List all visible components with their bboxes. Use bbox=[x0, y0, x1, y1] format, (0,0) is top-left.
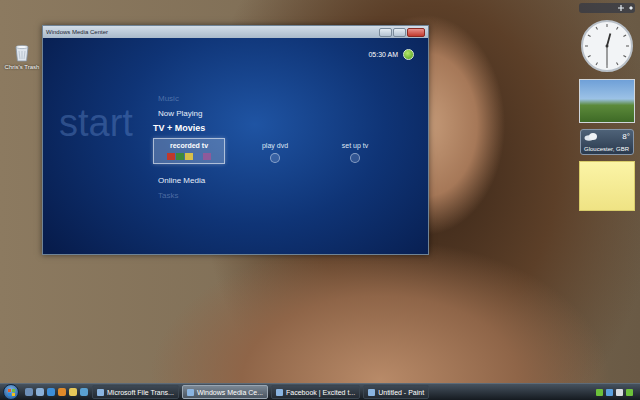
taskbar-button[interactable]: Windows Media Ce... bbox=[182, 385, 268, 399]
browser-icon[interactable] bbox=[47, 388, 55, 396]
maximize-button[interactable] bbox=[393, 28, 406, 37]
wallpaper-photo: Chris's Trash Windows Media Center start… bbox=[0, 0, 640, 383]
title-bar[interactable]: Windows Media Center bbox=[43, 26, 428, 38]
submenu: recorded tv play dvd set up tv bbox=[153, 136, 428, 173]
security-icon[interactable] bbox=[616, 389, 623, 396]
app-icon bbox=[368, 389, 375, 396]
minute-hand bbox=[607, 46, 608, 65]
clock-gadget[interactable] bbox=[580, 19, 634, 73]
taskbar-button[interactable]: Facebook | Excited t... bbox=[271, 385, 360, 399]
quick-launch bbox=[23, 388, 88, 396]
start-watermark: start bbox=[59, 102, 133, 145]
slideshow-photo[interactable] bbox=[579, 79, 635, 123]
close-button[interactable] bbox=[407, 28, 425, 37]
mail-icon[interactable] bbox=[80, 388, 88, 396]
desktop-screen: Chris's Trash Windows Media Center start… bbox=[0, 0, 640, 400]
notes-gadget[interactable] bbox=[579, 161, 635, 211]
menu-item[interactable]: Now Playing bbox=[153, 106, 428, 121]
cloud-icon bbox=[584, 132, 598, 141]
sidebar: 8° Gloucester, GBR bbox=[579, 3, 635, 211]
start-menu: Music Now Playing TV + Movies recorded t… bbox=[43, 61, 428, 203]
desktop-icon[interactable]: Chris's Trash bbox=[2, 44, 42, 70]
folder-icon[interactable] bbox=[69, 388, 77, 396]
media-center-logo-icon[interactable] bbox=[403, 49, 414, 60]
media-center-body: start 05:30 AM Music Now Playing TV + Mo… bbox=[43, 38, 428, 254]
switch-windows-icon[interactable] bbox=[36, 388, 44, 396]
menu-item[interactable]: TV + Movies bbox=[153, 121, 428, 136]
menu-item[interactable]: Tasks bbox=[153, 188, 428, 203]
arrows-icon[interactable] bbox=[627, 4, 635, 12]
app-icon bbox=[276, 389, 283, 396]
media-player-icon[interactable] bbox=[58, 388, 66, 396]
volume-icon[interactable] bbox=[606, 389, 613, 396]
taskbar: Microsoft File Trans... Windows Media Ce… bbox=[0, 383, 640, 400]
menu-item[interactable]: Online Media bbox=[153, 173, 428, 188]
thumbnail-strip bbox=[167, 153, 211, 160]
submenu-tile[interactable]: recorded tv bbox=[153, 138, 225, 164]
clock-time: 05:30 AM bbox=[368, 51, 398, 58]
start-orb-icon[interactable] bbox=[3, 384, 19, 400]
submenu-tile[interactable]: set up tv bbox=[325, 138, 385, 164]
sidebar-toolbar bbox=[579, 3, 635, 13]
show-desktop-icon[interactable] bbox=[25, 388, 33, 396]
recycle-bin-icon bbox=[14, 44, 30, 62]
hour-hand bbox=[607, 33, 610, 46]
media-center-window[interactable]: Windows Media Center start 05:30 AM Musi… bbox=[42, 25, 429, 255]
power-icon[interactable] bbox=[626, 389, 633, 396]
weather-gadget[interactable]: 8° Gloucester, GBR bbox=[580, 129, 634, 155]
submenu-tile[interactable]: play dvd bbox=[245, 138, 305, 164]
disc-icon bbox=[270, 153, 280, 163]
minimize-button[interactable] bbox=[379, 28, 392, 37]
system-tray bbox=[592, 389, 637, 396]
plus-icon[interactable] bbox=[617, 4, 625, 12]
disc-icon bbox=[350, 153, 360, 163]
taskbar-button[interactable]: Microsoft File Trans... bbox=[92, 385, 179, 399]
app-icon bbox=[187, 389, 194, 396]
window-title: Windows Media Center bbox=[46, 29, 108, 35]
temperature: 8° bbox=[622, 132, 630, 141]
network-icon[interactable] bbox=[596, 389, 603, 396]
weather-location: Gloucester, GBR bbox=[584, 146, 630, 152]
app-icon bbox=[97, 389, 104, 396]
menu-item[interactable]: Music bbox=[153, 91, 428, 106]
taskbar-button[interactable]: Untitled - Paint bbox=[363, 385, 429, 399]
